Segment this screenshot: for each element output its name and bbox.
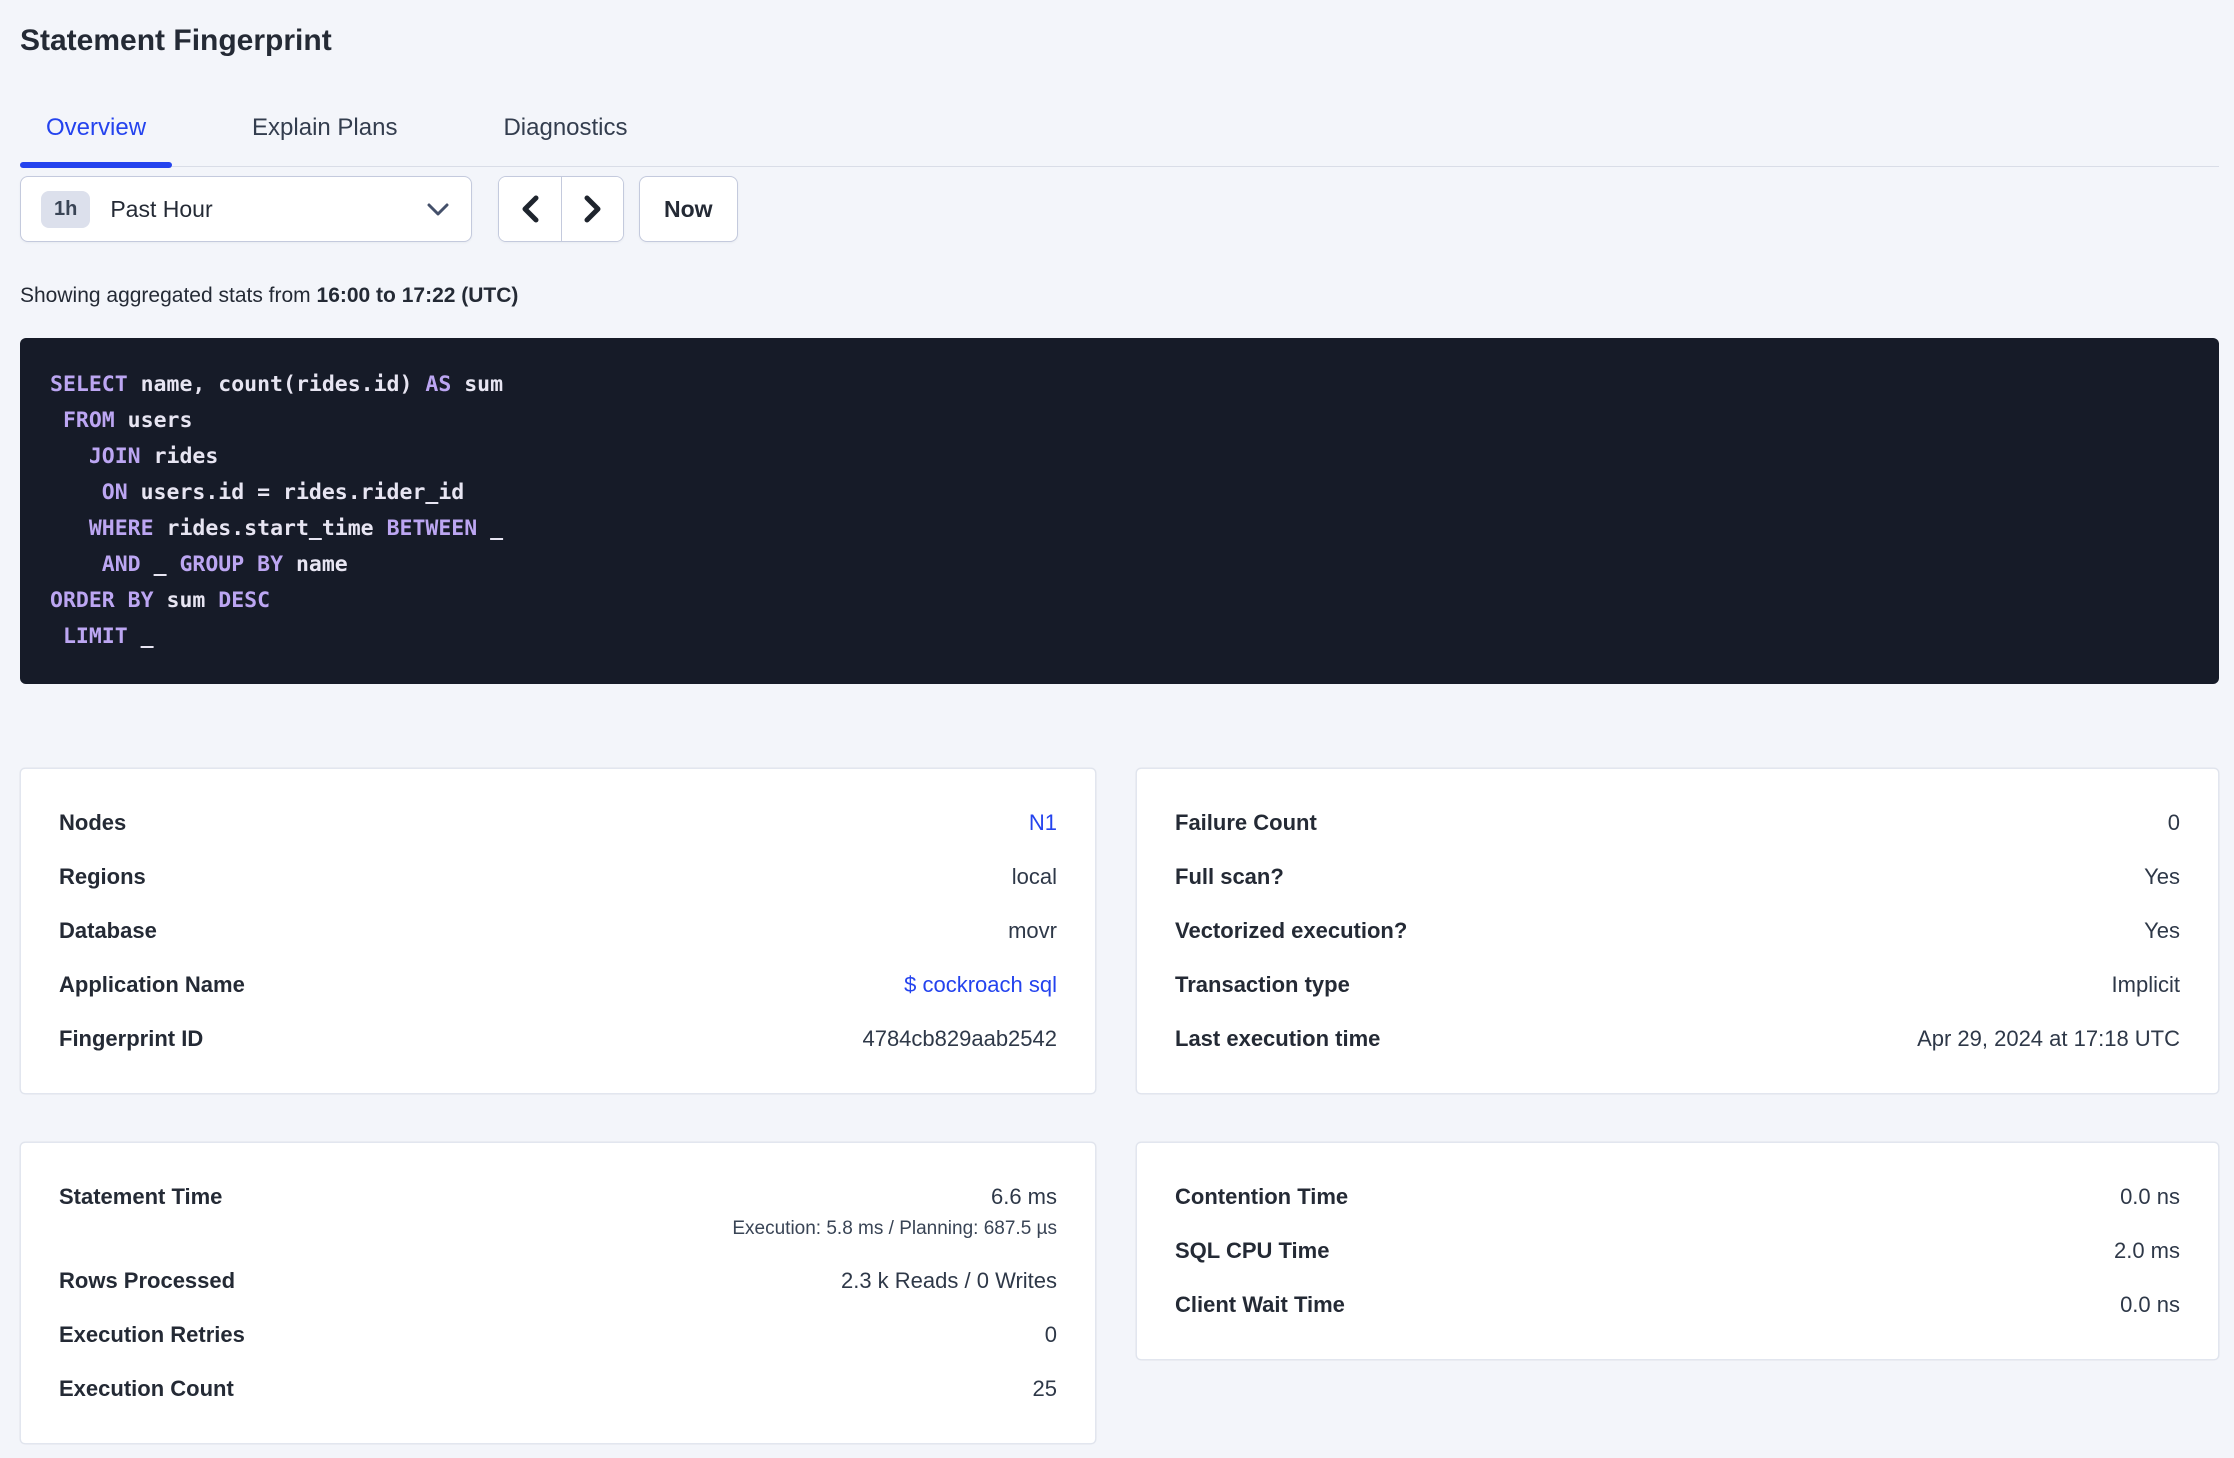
chevron-down-icon	[427, 203, 449, 215]
stat-value: 0.0 ns	[2120, 1292, 2180, 1317]
previous-time-button[interactable]	[499, 177, 561, 241]
stat-label: Transaction type	[1175, 972, 1350, 997]
stat-value: Yes	[2144, 864, 2180, 889]
stat-row: Last execution time Apr 29, 2024 at 17:18…	[1175, 1025, 2180, 1053]
statement-details-left-panel: Nodes N1 Regions local Database movr Applicati…	[20, 768, 1096, 1094]
stat-value: 4784cb829aab2542	[862, 1026, 1057, 1051]
time-range-badge: 1h	[41, 190, 91, 228]
stat-label: Client Wait Time	[1175, 1292, 1345, 1317]
now-button[interactable]: Now	[639, 176, 738, 242]
aggregation-note: Showing aggregated stats from 16:00 to 1…	[20, 284, 2219, 308]
sql-line: SELECT name, count(rides.id) AS sum	[50, 372, 504, 397]
stat-row: Execution Retries 0	[59, 1321, 1057, 1349]
stat-value: 2.0 ms	[2113, 1238, 2180, 1263]
stat-row: Transaction type Implicit	[1175, 971, 2180, 999]
statement-fingerprint-page: Statement Fingerprint Overview Explain Pl…	[0, 0, 2234, 1444]
stats-grid: Nodes N1 Regions local Database movr Applicati…	[20, 768, 2219, 1444]
stat-value: local	[1011, 864, 1057, 889]
stat-row: Failure Count 0	[1175, 809, 2180, 837]
stat-value: 0	[1044, 1322, 1057, 1347]
stat-row: Rows Processed 2.3 k Reads / 0 Writes	[59, 1267, 1057, 1295]
stat-label: Vectorized execution?	[1175, 918, 1408, 943]
aggregation-note-prefix: Showing aggregated stats from	[20, 284, 317, 307]
stat-label: Nodes	[59, 810, 127, 835]
stat-label: Database	[59, 918, 157, 943]
application-name-link[interactable]: $ cockroach sql	[904, 971, 1057, 999]
tab-overview[interactable]: Overview	[20, 112, 173, 168]
sql-line: LIMIT _	[62, 624, 154, 649]
aggregation-note-range: 16:00 to 17:22 (UTC)	[316, 284, 519, 307]
tab-explain-plans[interactable]: Explain Plans	[226, 112, 423, 166]
next-time-button[interactable]	[561, 177, 623, 241]
tab-bar: Overview Explain Plans Diagnostics	[20, 112, 2219, 168]
statement-details-right-panel: Failure Count 0 Full scan? Yes Vectorized ex…	[1136, 768, 2219, 1094]
sql-statement: SELECT name, count(rides.id) AS sum FROM…	[20, 338, 2219, 684]
sql-line: FROM users	[62, 408, 193, 433]
stat-row: Execution Count 25	[59, 1375, 1057, 1403]
stat-row: Full scan? Yes	[1175, 863, 2180, 891]
stat-row: Vectorized execution? Yes	[1175, 917, 2180, 945]
sql-line: ORDER BY sum DESC	[50, 588, 271, 613]
stat-label: Execution Count	[59, 1376, 234, 1401]
chevron-left-icon	[522, 195, 539, 223]
stat-row: Database movr	[59, 917, 1057, 945]
stat-row: Statement Time 6.6 ms Execution: 5.8 ms / …	[59, 1183, 1057, 1241]
stat-value: Yes	[2144, 918, 2180, 943]
stat-value: 0.0 ns	[2120, 1184, 2180, 1209]
time-controls: 1h Past Hour Now	[20, 176, 2219, 242]
stat-value: 6.6 ms	[990, 1184, 1057, 1209]
execution-stats-left-panel: Statement Time 6.6 ms Execution: 5.8 ms / …	[20, 1142, 1096, 1444]
stat-label: Regions	[59, 864, 146, 889]
stat-value-group: 6.6 ms Execution: 5.8 ms / Planning: 687.…	[732, 1183, 1057, 1241]
tab-diagnostics[interactable]: Diagnostics	[477, 112, 653, 166]
sql-line: ON users.id = rides.rider_id	[101, 480, 465, 505]
time-range-label: Past Hour	[110, 195, 213, 222]
stat-label: Full scan?	[1175, 864, 1284, 889]
stat-value: Implicit	[2111, 972, 2180, 997]
stat-label: Contention Time	[1175, 1184, 1349, 1209]
stat-label: Statement Time	[59, 1184, 223, 1209]
stat-row: Regions local	[59, 863, 1057, 891]
chevron-right-icon	[584, 195, 600, 223]
page-title: Statement Fingerprint	[20, 24, 332, 57]
stat-row: Fingerprint ID 4784cb829aab2542	[59, 1025, 1057, 1053]
stat-row: SQL CPU Time 2.0 ms	[1175, 1237, 2180, 1265]
sql-line: WHERE rides.start_time BETWEEN _	[88, 516, 504, 541]
time-step-buttons	[498, 176, 624, 242]
stat-label: Last execution time	[1175, 1026, 1381, 1051]
stat-value: Apr 29, 2024 at 17:18 UTC	[1917, 1026, 2180, 1051]
stat-value: 0	[2167, 810, 2180, 835]
stat-row: Contention Time 0.0 ns	[1175, 1183, 2180, 1211]
stat-value: 25	[1032, 1376, 1057, 1401]
time-range-select[interactable]: 1h Past Hour	[20, 176, 472, 242]
sql-line: AND _ GROUP BY name	[101, 552, 348, 577]
stat-label: Failure Count	[1175, 810, 1317, 835]
nodes-link[interactable]: N1	[1029, 809, 1057, 837]
sql-line: JOIN rides	[88, 444, 219, 469]
stat-label: Rows Processed	[59, 1268, 236, 1293]
stat-label: Execution Retries	[59, 1322, 245, 1347]
stat-subvalue: Execution: 5.8 ms / Planning: 687.5 µs	[732, 1218, 1057, 1239]
stat-label: Application Name	[59, 972, 245, 997]
stat-row: Client Wait Time 0.0 ns	[1175, 1291, 2180, 1319]
stat-row: Application Name $ cockroach sql	[59, 971, 1057, 999]
stat-label: SQL CPU Time	[1175, 1238, 1330, 1263]
stat-value: movr	[1008, 918, 1057, 943]
stat-label: Fingerprint ID	[59, 1026, 204, 1051]
execution-stats-right-panel: Contention Time 0.0 ns SQL CPU Time 2.0 ms C…	[1136, 1142, 2219, 1360]
stat-row: Nodes N1	[59, 809, 1057, 837]
stat-value: 2.3 k Reads / 0 Writes	[840, 1268, 1057, 1293]
